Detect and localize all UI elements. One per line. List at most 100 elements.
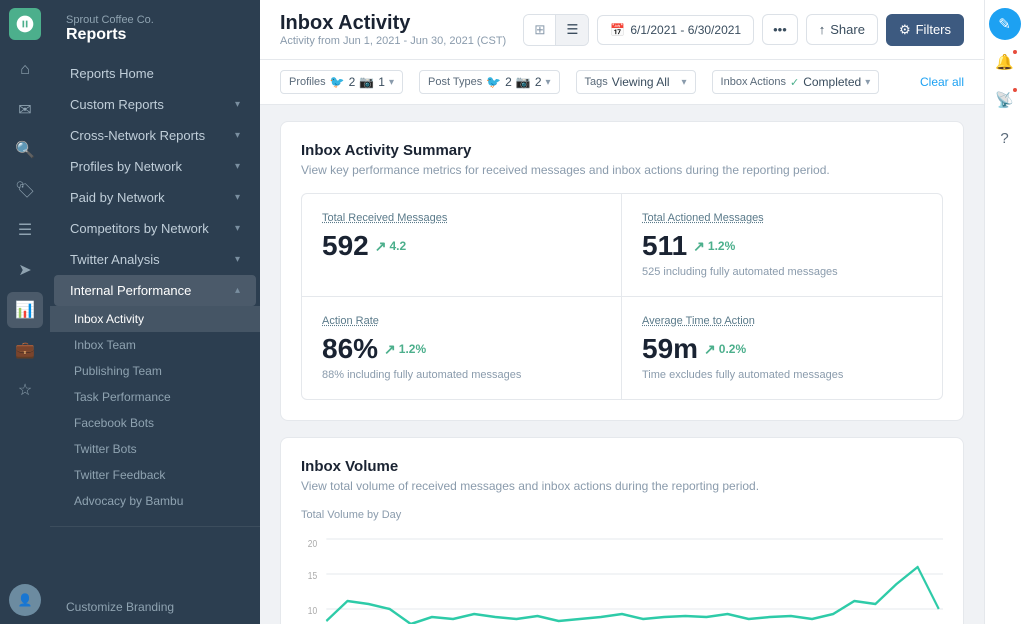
chevron-down-icon: ▾ <box>235 99 240 110</box>
compose-nav-icon[interactable]: ✉ <box>7 92 43 128</box>
send-nav-icon[interactable]: ➤ <box>7 252 43 288</box>
activity-button[interactable]: 📡 <box>989 84 1021 116</box>
inbox-actions-dropdown[interactable]: Inbox Actions ✓ Completed ▾ <box>712 70 880 94</box>
nav-divider <box>50 526 260 527</box>
volume-card: Inbox Volume View total volume of receiv… <box>280 437 964 624</box>
chevron-down-icon: ▾ <box>682 77 687 88</box>
notifications-button[interactable]: 🔔 <box>989 46 1021 78</box>
nav-customize-branding[interactable]: Customize Branding <box>50 590 260 624</box>
compose-action-button[interactable]: ✎ <box>989 8 1021 40</box>
metric-sub-action-rate: 88% including fully automated messages <box>322 369 601 381</box>
metric-value-avg-time: 59m ↗ 0.2% <box>642 333 922 365</box>
chevron-down-icon: ▾ <box>235 161 240 172</box>
home-nav-icon[interactable]: ⌂ <box>7 52 43 88</box>
inbox-actions-label: Inbox Actions <box>721 76 786 88</box>
nav-internal-performance[interactable]: Internal Performance ▴ <box>54 275 256 306</box>
metric-label-avg-time: Average Time to Action <box>642 315 922 327</box>
brand-area: Sprout Coffee Co. Reports <box>50 0 260 54</box>
metric-trend-actioned: ↗ 1.2% <box>693 238 735 255</box>
nav-sidebar: Sprout Coffee Co. Reports Reports Home C… <box>50 0 260 624</box>
check-icon: ✓ <box>790 76 799 89</box>
metric-sub-avg-time: Time excludes fully automated messages <box>642 369 922 381</box>
nav-profiles-by-network[interactable]: Profiles by Network ▾ <box>54 151 256 182</box>
nav-custom-reports[interactable]: Custom Reports ▾ <box>54 89 256 120</box>
trend-up-icon: ↗ <box>384 341 396 358</box>
view-toggle: ⊞ ☰ <box>523 14 589 46</box>
tags-dropdown[interactable]: Tags Viewing All ▾ <box>576 70 696 94</box>
grid-view-button[interactable]: ⊞ <box>524 15 556 45</box>
trend-up-icon: ↗ <box>693 238 705 255</box>
instagram-icon: 📷 <box>516 75 531 89</box>
nav-competitors-by-network[interactable]: Competitors by Network ▾ <box>54 213 256 244</box>
metric-label-actioned: Total Actioned Messages <box>642 212 922 224</box>
metric-trend-avg-time: ↗ 0.2% <box>704 341 746 358</box>
svg-text:20: 20 <box>308 538 317 549</box>
nav-sub-task-performance[interactable]: Task Performance <box>50 384 260 410</box>
content-area: Inbox Activity Summary View key performa… <box>260 105 984 624</box>
nav-sub-inbox-activity[interactable]: Inbox Activity <box>50 306 260 332</box>
metric-trend-received: ↗ 4.2 <box>375 238 406 255</box>
post-types-filter: Post Types 🐦 2 📷 2 ▾ <box>419 70 560 94</box>
page-header: Inbox Activity Activity from Jun 1, 2021… <box>260 0 984 60</box>
user-avatar[interactable]: 👤 <box>9 584 41 616</box>
calendar-icon: 📅 <box>610 23 625 37</box>
filter-icon: ⚙ <box>899 22 911 38</box>
metric-value-actioned: 511 ↗ 1.2% <box>642 230 922 262</box>
profiles-dropdown[interactable]: Profiles 🐦 2 📷 1 ▾ <box>280 70 403 94</box>
post-types-filter-label: Post Types <box>428 76 482 88</box>
trend-up-icon: ↗ <box>704 341 716 358</box>
summary-title: Inbox Activity Summary <box>301 142 943 159</box>
twitter-icon: 🐦 <box>486 75 501 89</box>
metric-cell-action-rate: Action Rate 86% ↗ 1.2% 88% including ful… <box>302 297 622 399</box>
nav-sub-twitter-bots[interactable]: Twitter Bots <box>50 436 260 462</box>
post-types-dropdown[interactable]: Post Types 🐦 2 📷 2 ▾ <box>419 70 560 94</box>
chart-nav-icon[interactable]: 📊 <box>7 292 43 328</box>
nav-paid-by-network[interactable]: Paid by Network ▾ <box>54 182 256 213</box>
filters-row: Profiles 🐦 2 📷 1 ▾ Post Types 🐦 2 📷 2 <box>260 60 984 105</box>
metric-label-action-rate: Action Rate <box>322 315 601 327</box>
app-logo[interactable] <box>9 8 41 40</box>
star-nav-icon[interactable]: ☆ <box>7 372 43 408</box>
tags-filter-values: Viewing All <box>612 75 670 89</box>
metric-cell-received: Total Received Messages 592 ↗ 4.2 <box>302 194 622 297</box>
clear-all-button[interactable]: Clear all <box>920 75 964 89</box>
nav-reports-home[interactable]: Reports Home <box>54 58 256 89</box>
inbox-actions-values: ✓ Completed <box>790 75 861 89</box>
metric-value-received: 592 ↗ 4.2 <box>322 230 601 262</box>
metric-cell-avg-time: Average Time to Action 59m ↗ 0.2% Time e… <box>622 297 942 399</box>
nav-sub-twitter-feedback[interactable]: Twitter Feedback <box>50 462 260 488</box>
nav-sub-facebook-bots[interactable]: Facebook Bots <box>50 410 260 436</box>
date-range-button[interactable]: 📅 6/1/2021 - 6/30/2021 <box>597 15 754 45</box>
right-sidebar: ✎ 🔔 📡 ? <box>984 0 1024 624</box>
nav-twitter-analysis[interactable]: Twitter Analysis ▾ <box>54 244 256 275</box>
list-nav-icon[interactable]: ☰ <box>7 212 43 248</box>
notification-badge <box>1011 48 1019 56</box>
header-actions: ⊞ ☰ 📅 6/1/2021 - 6/30/2021 ••• ↑ Share ⚙… <box>523 14 964 46</box>
metric-sub-actioned: 525 including fully automated messages <box>642 266 922 278</box>
nav-sub-advocacy[interactable]: Advocacy by Bambu <box>50 488 260 514</box>
post-types-values: 🐦 2 📷 2 <box>486 75 541 89</box>
help-button[interactable]: ? <box>989 122 1021 154</box>
chart-area: 0 5 10 15 20 1 2 <box>301 529 943 624</box>
metric-trend-action-rate: ↗ 1.2% <box>384 341 426 358</box>
chevron-up-icon: ▴ <box>235 285 240 296</box>
nav-sub-inbox-team[interactable]: Inbox Team <box>50 332 260 358</box>
brand-title: Reports <box>66 26 244 44</box>
metric-value-action-rate: 86% ↗ 1.2% <box>322 333 601 365</box>
profiles-filter-values: 🐦 2 📷 1 <box>330 75 385 89</box>
list-view-button[interactable]: ☰ <box>556 15 588 45</box>
svg-text:10: 10 <box>308 605 317 616</box>
share-button[interactable]: ↑ Share <box>806 14 878 45</box>
more-options-button[interactable]: ••• <box>762 14 798 45</box>
chevron-down-icon: ▾ <box>389 77 394 88</box>
filters-button[interactable]: ⚙ Filters <box>886 14 964 46</box>
activity-badge <box>1011 86 1019 94</box>
tags-filter-label: Tags <box>585 76 608 88</box>
search-nav-icon[interactable]: 🔍 <box>7 132 43 168</box>
tag-nav-icon[interactable]: 🏷 <box>7 172 43 208</box>
briefcase-nav-icon[interactable]: 💼 <box>7 332 43 368</box>
nav-sub-publishing-team[interactable]: Publishing Team <box>50 358 260 384</box>
chart-label: Total Volume by Day <box>301 509 943 521</box>
nav-cross-network[interactable]: Cross-Network Reports ▾ <box>54 120 256 151</box>
inbox-actions-filter: Inbox Actions ✓ Completed ▾ <box>712 70 880 94</box>
